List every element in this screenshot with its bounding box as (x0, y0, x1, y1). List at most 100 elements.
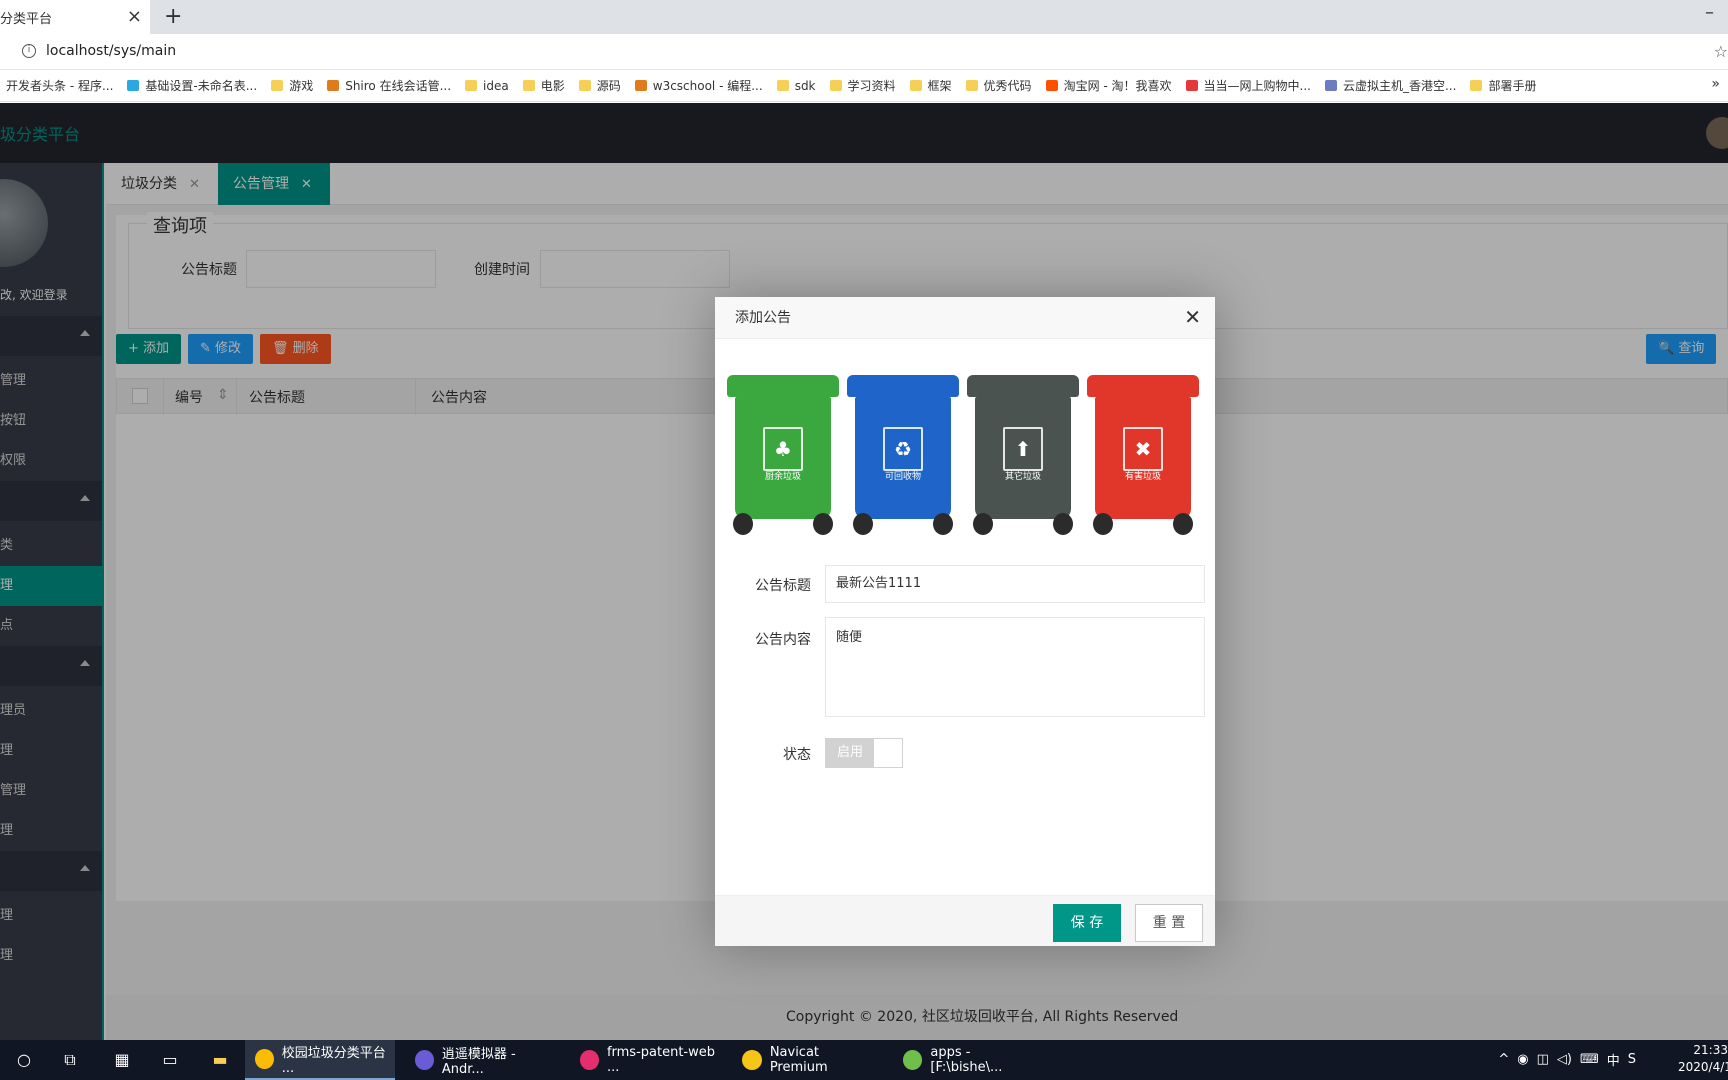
minimize-button[interactable]: – (1705, 2, 1714, 23)
garbage-bin: ⬆ 其它垃圾 (967, 375, 1079, 535)
bookmark-label: 优秀代码 (983, 79, 1032, 93)
status-switch[interactable]: 启用 (825, 738, 903, 768)
dialog-header: 添加公告 (715, 297, 1215, 339)
bookmark-icon (1470, 80, 1483, 91)
save-button[interactable]: 保 存 (1053, 904, 1121, 942)
bookmark-star-icon[interactable]: ☆ (1714, 42, 1728, 61)
taskbar-app[interactable]: 逍遥模拟器 - Andr... (405, 1040, 555, 1080)
wifi-icon[interactable]: ◫ (1537, 1052, 1549, 1067)
notice-title-input[interactable]: 最新公告1111 (825, 565, 1205, 603)
windows-taskbar: ○ ⧉ ▦ ▭ ▬ ^ ◉ ◫ ◁) ⌨ 中 S 21:33 2020/4/19… (0, 1040, 1728, 1080)
browser-tab[interactable]: 分类平台 × (0, 0, 150, 34)
bin-caption: 厨余垃圾 (764, 472, 801, 482)
tray-icons: ^ ◉ ◫ ◁) ⌨ 中 S (1490, 1050, 1636, 1069)
bookmark-item[interactable]: sdk (776, 79, 816, 93)
task-view-icon[interactable]: ⧉ (60, 1050, 80, 1070)
tray-chevron-icon[interactable]: ^ (1498, 1052, 1509, 1067)
bin-symbol-icon: ✖ (1123, 427, 1163, 471)
taskbar-app-icon (580, 1050, 599, 1070)
browser-tab-title: 分类平台 (0, 11, 53, 27)
bookmark-label: 淘宝网 - 淘！我喜欢 (1063, 79, 1172, 93)
bookmark-item[interactable]: 部署手册 (1470, 77, 1536, 94)
bookmark-label: 源码 (596, 79, 621, 93)
bookmark-item[interactable]: 开发者头条 - 程序... (6, 77, 113, 94)
bookmark-item[interactable]: 游戏 (271, 77, 313, 94)
volume-icon[interactable]: ◁) (1557, 1052, 1572, 1067)
taskbar-app[interactable]: apps - [F:\bishe\... (893, 1040, 1043, 1080)
taskbar-app-label: apps - [F:\bishe\... (930, 1045, 1003, 1075)
bookmark-label: w3cschool - 编程... (652, 79, 763, 93)
taskbar-app[interactable]: 校园垃圾分类平台 ... (245, 1040, 395, 1080)
bookmarks-more-icon[interactable]: » (1711, 76, 1720, 92)
taskbar-app-label: Navicat Premium (769, 1045, 828, 1075)
bookmark-label: idea (483, 78, 509, 93)
bin-symbol-icon: ♻ (883, 427, 923, 471)
keyboard-icon[interactable]: ⌨ (1580, 1052, 1599, 1067)
taskbar-app-icon (255, 1049, 274, 1069)
bookmark-item[interactable]: 当当—网上购物中... (1185, 77, 1311, 94)
garbage-bin: ♣ 厨余垃圾 (727, 375, 839, 535)
taskbar-app-icon (903, 1050, 923, 1070)
clock-date: 2020/4/19 (1678, 1060, 1728, 1074)
bookmark-item[interactable]: 基础设置-未命名表... (127, 77, 257, 94)
bin-caption: 可回收物 (884, 472, 921, 482)
file-explorer-icon[interactable]: ▬ (210, 1050, 230, 1070)
bookmark-label: 学习资料 (847, 79, 896, 93)
bookmark-icon (578, 80, 591, 91)
record-icon[interactable]: ◉ (1517, 1052, 1528, 1067)
bookmark-icon (776, 80, 789, 91)
bookmark-item[interactable]: 云虚拟主机_香港空... (1324, 77, 1457, 94)
bin-wheel (973, 513, 993, 535)
close-tab-icon[interactable]: × (127, 6, 142, 27)
bookmark-item[interactable]: 源码 (578, 77, 621, 94)
bookmark-label: 开发者头条 - 程序... (6, 79, 114, 93)
bookmark-item[interactable]: 电影 (522, 77, 565, 94)
taskbar-app[interactable]: frms-patent-web ... (570, 1040, 725, 1080)
add-notice-dialog: 添加公告 ✕ ♣ 厨余垃圾 ♻ 可回收物 ⬆ 其它垃圾 ✖ 有害垃圾 公告标题 最新公告111… (715, 297, 1215, 946)
taskbar-app[interactable]: Navicat Premium (732, 1040, 880, 1080)
reset-button[interactable]: 重 置 (1135, 904, 1203, 942)
bookmark-label: 云虚拟主机_香港空... (1342, 79, 1457, 93)
bookmark-item[interactable]: w3cschool - 编程... (634, 77, 763, 94)
bookmark-item[interactable]: 学习资料 (829, 77, 896, 94)
start-search-icon[interactable]: ○ (14, 1050, 34, 1070)
taskbar-app-icon (415, 1050, 434, 1070)
bin-symbol-icon: ⬆ (1003, 427, 1043, 471)
app-tray-icon[interactable]: S (1628, 1052, 1636, 1067)
bin-caption: 有害垃圾 (1124, 472, 1161, 482)
bookmark-item[interactable]: 淘宝网 - 淘！我喜欢 (1045, 77, 1172, 94)
bin-wheel (933, 513, 953, 535)
url-field[interactable]: localhost/sys/main (46, 43, 176, 59)
bookmark-label: 部署手册 (1488, 79, 1537, 93)
notice-content-textarea[interactable]: 随便 (825, 617, 1205, 717)
ime-indicator[interactable]: 中 (1607, 1050, 1620, 1069)
notice-title-label: 公告标题 (755, 578, 811, 594)
bin-caption: 其它垃圾 (1004, 472, 1041, 482)
bookmark-item[interactable]: idea (465, 79, 509, 93)
bin-lid (727, 375, 839, 397)
calculator-icon[interactable]: ▦ (112, 1050, 132, 1070)
bin-wheel (1053, 513, 1073, 535)
bookmark-icon (965, 80, 978, 91)
close-icon[interactable]: ✕ (1184, 305, 1201, 329)
taskbar-app-label: frms-patent-web ... (606, 1045, 715, 1075)
browser-tab-strip: 分类平台 × + – (0, 0, 1728, 34)
terminal-icon[interactable]: ▭ (160, 1050, 180, 1070)
info-icon[interactable]: i (22, 44, 36, 58)
bookmark-icon (522, 80, 535, 91)
status-label: 状态 (783, 747, 811, 763)
taskbar-app-label: 逍遥模拟器 - Andr... (441, 1047, 516, 1077)
dialog-title: 添加公告 (735, 310, 791, 326)
notice-title-value: 最新公告1111 (836, 576, 922, 591)
bookmark-label: 基础设置-未命名表... (145, 79, 258, 93)
bookmark-label: 电影 (540, 79, 565, 93)
bookmark-item[interactable]: 框架 (909, 77, 952, 94)
bookmark-icon (127, 80, 140, 91)
clock[interactable]: 21:33 2020/4/19 (1678, 1042, 1728, 1076)
bookmark-icon (1045, 80, 1058, 91)
bookmark-icon (909, 80, 922, 91)
bookmark-item[interactable]: Shiro 在线会话管... (327, 77, 451, 94)
bookmark-icon (465, 80, 478, 91)
new-tab-button[interactable]: + (164, 4, 182, 29)
bookmark-item[interactable]: 优秀代码 (965, 77, 1032, 94)
